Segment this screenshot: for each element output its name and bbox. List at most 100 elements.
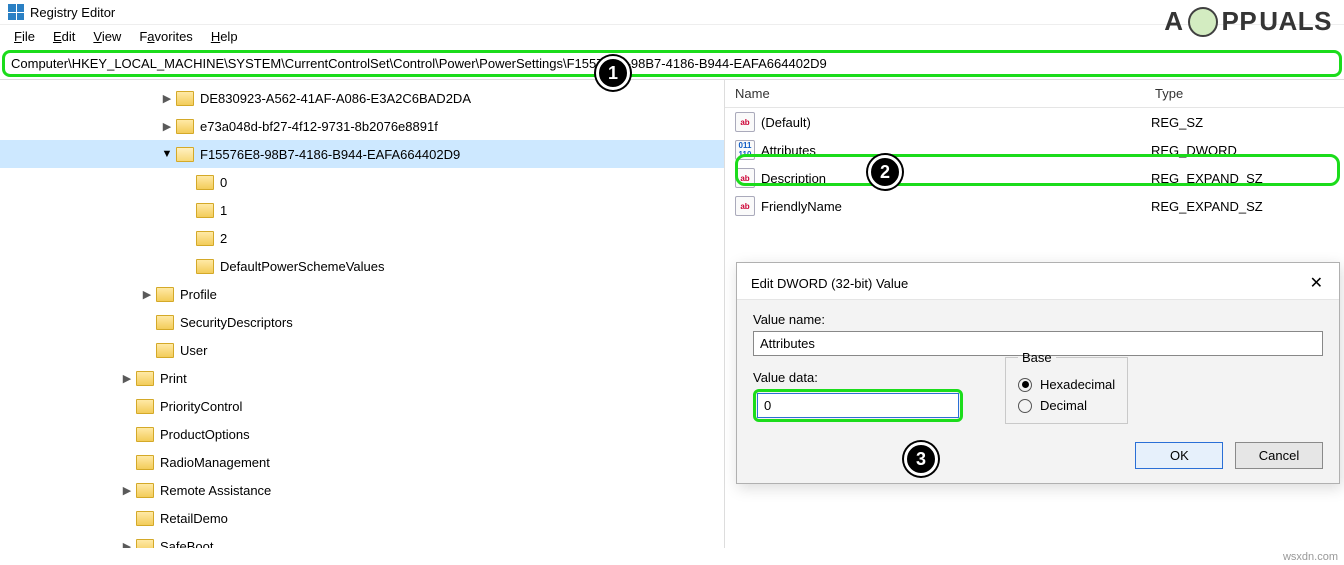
value-data-highlight (753, 389, 963, 422)
folder-icon (136, 539, 154, 549)
folder-icon (156, 343, 174, 358)
tree-item[interactable]: User (0, 336, 724, 364)
tree-label: e73a048d-bf27-4f12-9731-8b2076e8891f (200, 119, 446, 134)
logo-head-icon (1188, 7, 1218, 37)
folder-icon (196, 231, 214, 246)
tree-item[interactable]: ▶ Print (0, 364, 724, 392)
annotation-badge-1: 1 (596, 56, 630, 90)
folder-icon (136, 483, 154, 498)
tree-item[interactable]: SecurityDescriptors (0, 308, 724, 336)
tree-item-selected[interactable]: ▼ F15576E8-98B7-4186-B944-EAFA664402D9 (0, 140, 724, 168)
tree-label: DE830923-A562-41AF-A086-E3A2C6BAD2DA (200, 91, 479, 106)
value-name: Attributes (761, 143, 1151, 158)
folder-icon (176, 91, 194, 106)
base-label: Base (1018, 350, 1056, 365)
list-row[interactable]: ab Description REG_EXPAND_SZ (725, 164, 1344, 192)
string-value-icon: ab (735, 112, 755, 132)
list-row[interactable]: ab FriendlyName REG_EXPAND_SZ (725, 192, 1344, 220)
value-type: REG_EXPAND_SZ (1151, 199, 1344, 214)
tree-label: 2 (220, 231, 235, 246)
tree-label: F15576E8-98B7-4186-B944-EAFA664402D9 (200, 147, 468, 162)
chevron-right-icon[interactable]: ▶ (140, 288, 154, 301)
value-name: (Default) (761, 115, 1151, 130)
value-data-input[interactable] (757, 393, 959, 418)
tree-item[interactable]: 1 (0, 196, 724, 224)
address-text: Computer\HKEY_LOCAL_MACHINE\SYSTEM\Curre… (11, 56, 827, 71)
menu-view[interactable]: View (85, 27, 129, 46)
tree-pane[interactable]: ▶ DE830923-A562-41AF-A086-E3A2C6BAD2DA ▶… (0, 80, 725, 548)
tree-item[interactable]: RetailDemo (0, 504, 724, 532)
folder-icon (176, 119, 194, 134)
tree-item[interactable]: RadioManagement (0, 448, 724, 476)
tree-label: Profile (180, 287, 225, 302)
window-title: Registry Editor (30, 5, 115, 20)
radio-icon (1018, 378, 1032, 392)
tree-label: 0 (220, 175, 235, 190)
tree-label: RadioManagement (160, 455, 278, 470)
folder-icon (196, 259, 214, 274)
tree-label: ProductOptions (160, 427, 258, 442)
folder-icon (196, 203, 214, 218)
col-type[interactable]: Type (1145, 86, 1344, 101)
address-bar[interactable]: Computer\HKEY_LOCAL_MACHINE\SYSTEM\Curre… (2, 50, 1342, 77)
radio-dec[interactable]: Decimal (1018, 398, 1115, 413)
folder-icon (136, 455, 154, 470)
chevron-right-icon[interactable]: ▶ (160, 120, 174, 133)
radio-hex-label: Hexadecimal (1040, 377, 1115, 392)
tree-item[interactable]: 0 (0, 168, 724, 196)
annotation-badge-3: 3 (904, 442, 938, 476)
tree-item[interactable]: ▶ Profile (0, 280, 724, 308)
value-type: REG_DWORD (1151, 143, 1344, 158)
app-icon (8, 4, 24, 20)
watermark: wsxdn.com (1283, 551, 1338, 563)
tree-item[interactable]: DefaultPowerSchemeValues (0, 252, 724, 280)
menu-file[interactable]: File (6, 27, 43, 46)
chevron-right-icon[interactable]: ▶ (120, 372, 134, 385)
tree-label: RetailDemo (160, 511, 236, 526)
list-header[interactable]: Name Type (725, 80, 1344, 108)
tree-label: User (180, 343, 215, 358)
folder-icon (136, 399, 154, 414)
edit-dword-dialog: Edit DWORD (32-bit) Value ✕ Value name: … (736, 262, 1340, 484)
value-type: REG_EXPAND_SZ (1151, 171, 1344, 186)
value-name: FriendlyName (761, 199, 1151, 214)
folder-icon (176, 147, 194, 162)
tree-item[interactable]: ▶ Remote Assistance (0, 476, 724, 504)
folder-icon (156, 315, 174, 330)
folder-icon (136, 427, 154, 442)
chevron-down-icon[interactable]: ▼ (160, 148, 174, 160)
annotation-badge-2: 2 (868, 155, 902, 189)
menu-edit[interactable]: Edit (45, 27, 83, 46)
tree-label: DefaultPowerSchemeValues (220, 259, 393, 274)
folder-icon (136, 511, 154, 526)
string-value-icon: ab (735, 196, 755, 216)
tree-item[interactable]: ▶ SafeBoot (0, 532, 724, 548)
folder-icon (156, 287, 174, 302)
chevron-right-icon[interactable]: ▶ (120, 540, 134, 549)
menu-favorites[interactable]: Favorites (131, 27, 200, 46)
tree-item[interactable]: 2 (0, 224, 724, 252)
dword-value-icon: 011110 (735, 140, 755, 160)
cancel-button[interactable]: Cancel (1235, 442, 1323, 469)
tree-label: SecurityDescriptors (180, 315, 301, 330)
value-type: REG_SZ (1151, 115, 1344, 130)
chevron-right-icon[interactable]: ▶ (160, 92, 174, 105)
col-name[interactable]: Name (725, 86, 1145, 101)
list-row[interactable]: ab (Default) REG_SZ (725, 108, 1344, 136)
folder-icon (196, 175, 214, 190)
string-value-icon: ab (735, 168, 755, 188)
menu-help[interactable]: Help (203, 27, 246, 46)
tree-label: Remote Assistance (160, 483, 279, 498)
ok-button[interactable]: OK (1135, 442, 1223, 469)
tree-item[interactable]: ▶ e73a048d-bf27-4f12-9731-8b2076e8891f (0, 112, 724, 140)
list-row-attributes[interactable]: 011110 Attributes REG_DWORD (725, 136, 1344, 164)
tree-label: PriorityControl (160, 399, 250, 414)
base-group: Base Hexadecimal Decimal (1005, 350, 1128, 424)
folder-icon (136, 371, 154, 386)
close-icon[interactable]: ✕ (1306, 273, 1327, 293)
radio-hex[interactable]: Hexadecimal (1018, 377, 1115, 392)
tree-item[interactable]: PriorityControl (0, 392, 724, 420)
tree-item[interactable]: ProductOptions (0, 420, 724, 448)
window-titlebar: Registry Editor (0, 0, 1344, 25)
chevron-right-icon[interactable]: ▶ (120, 484, 134, 497)
